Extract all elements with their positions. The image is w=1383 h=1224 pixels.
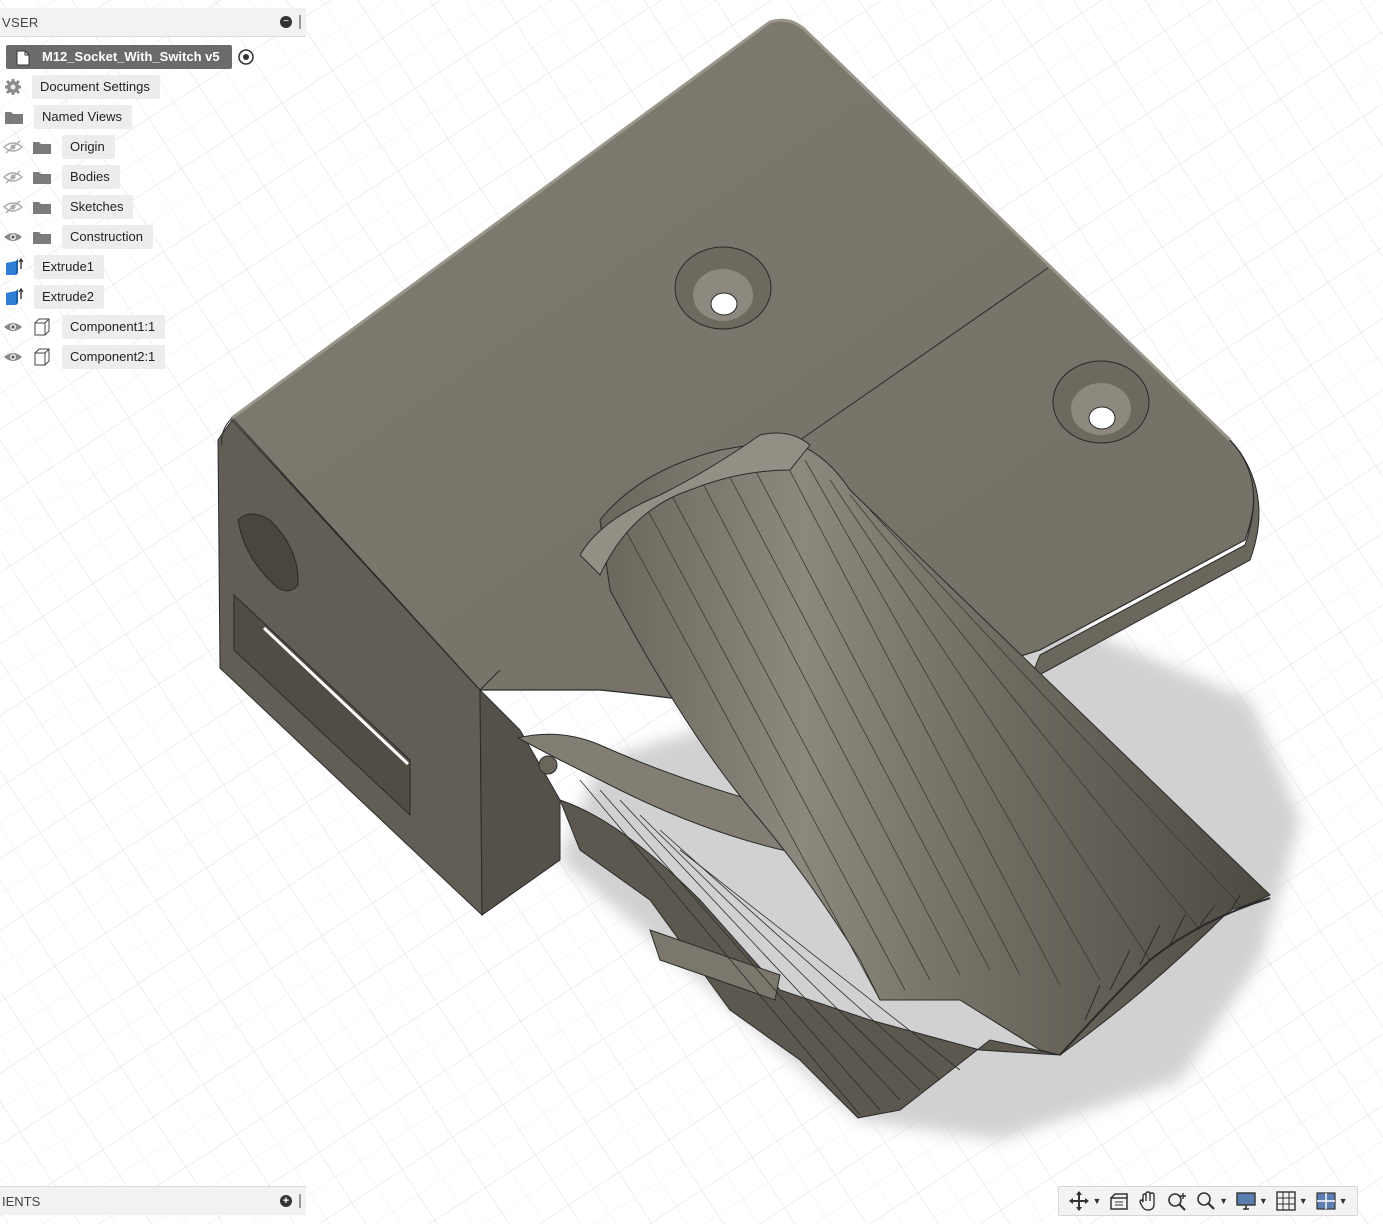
component-icon <box>34 318 50 336</box>
look-at-icon <box>1110 1193 1129 1210</box>
grid-settings-button[interactable]: ▼ <box>1275 1189 1308 1213</box>
item-label: Document Settings <box>32 75 160 99</box>
folder-icon <box>33 202 51 214</box>
viewports-button[interactable]: ▼ <box>1315 1189 1348 1213</box>
display-settings-icon <box>1236 1192 1256 1210</box>
panel-grip-icon[interactable] <box>299 1194 301 1208</box>
folder-icon <box>33 172 51 184</box>
item-label: Sketches <box>62 195 134 219</box>
document-icon <box>16 50 30 66</box>
browser-document-row[interactable]: M12_Socket_With_Switch v5 <box>6 45 256 69</box>
browser-item-construction[interactable]: Construction <box>0 225 153 249</box>
item-label: Origin <box>62 135 115 159</box>
component-icon <box>34 348 50 366</box>
3d-viewport[interactable] <box>0 0 1383 1224</box>
viewports-icon <box>1315 1192 1336 1210</box>
panel-grip-icon[interactable] <box>299 15 301 29</box>
item-label: Extrude2 <box>34 285 105 309</box>
extrude-icon <box>6 257 24 275</box>
browser-item-sketches[interactable]: Sketches <box>0 195 134 219</box>
orbit-button[interactable]: ▼ <box>1068 1189 1101 1213</box>
document-name: M12_Socket_With_Switch v5 <box>6 45 232 69</box>
extrude-icon <box>6 287 24 305</box>
eye-hidden-icon[interactable] <box>2 200 24 214</box>
browser-title: VSER <box>2 14 39 30</box>
browser-item-extrude2[interactable]: Extrude2 <box>0 285 105 309</box>
item-label: Component2:1 <box>62 345 166 369</box>
gear-icon <box>5 79 21 95</box>
collapse-icon[interactable]: − <box>280 16 292 28</box>
eye-icon[interactable] <box>2 320 24 334</box>
countersunk-hole-1 <box>674 246 772 330</box>
item-label: Bodies <box>62 165 120 189</box>
comments-title: IENTS <box>2 1193 41 1209</box>
item-label: Construction <box>62 225 153 249</box>
browser-item-extrude1[interactable]: Extrude1 <box>0 255 105 279</box>
look-at-button[interactable] <box>1108 1189 1130 1213</box>
pan-icon <box>1139 1191 1155 1211</box>
browser-item-named-views[interactable]: Named Views <box>0 105 132 129</box>
folder-icon <box>33 142 51 154</box>
browser-item-component2[interactable]: Component2:1 <box>0 345 166 369</box>
zoom-button[interactable] <box>1166 1189 1188 1213</box>
fit-icon <box>1197 1192 1215 1210</box>
eye-icon[interactable] <box>2 350 24 364</box>
pan-button[interactable] <box>1137 1189 1159 1213</box>
activate-target-icon[interactable] <box>236 47 256 67</box>
grid-settings-icon <box>1276 1191 1296 1211</box>
countersunk-hole-2 <box>1052 360 1150 444</box>
browser-item-bodies[interactable]: Bodies <box>0 165 120 189</box>
comments-panel-header[interactable]: IENTS + <box>0 1186 306 1215</box>
fit-button[interactable]: ▼ <box>1195 1189 1228 1213</box>
eye-hidden-icon[interactable] <box>2 170 24 184</box>
item-label: Named Views <box>34 105 132 129</box>
browser-item-document-settings[interactable]: Document Settings <box>0 75 160 99</box>
eye-hidden-icon[interactable] <box>2 140 24 154</box>
add-comment-icon[interactable]: + <box>280 1195 292 1207</box>
browser-item-component1[interactable]: Component1:1 <box>0 315 166 339</box>
display-settings-button[interactable]: ▼ <box>1235 1189 1268 1213</box>
zoom-icon <box>1168 1193 1187 1211</box>
item-label: Component1:1 <box>62 315 166 339</box>
browser-item-origin[interactable]: Origin <box>0 135 115 159</box>
model-canvas[interactable] <box>0 0 1383 1224</box>
item-label: Extrude1 <box>34 255 105 279</box>
eye-icon[interactable] <box>2 230 24 244</box>
folder-icon <box>33 232 51 244</box>
navigation-toolbar: ▼ ▼ ▼ ▼ ▼ <box>1058 1186 1358 1216</box>
browser-panel-header[interactable]: VSER − <box>0 8 306 37</box>
orbit-icon <box>1069 1191 1090 1211</box>
folder-icon <box>5 112 23 124</box>
